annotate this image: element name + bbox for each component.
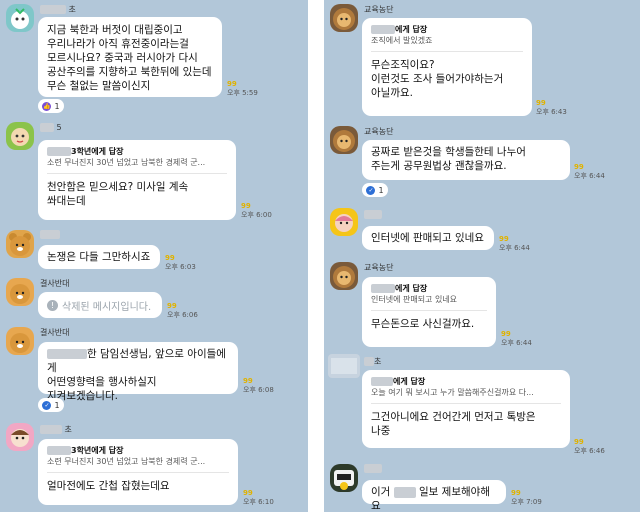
avatar[interactable]	[330, 4, 358, 32]
message-meta: 99 오후 6:44	[501, 330, 532, 347]
divider	[47, 472, 229, 473]
reply-preview: 오늘 여기 뭐 보시고 누가 말씀해주신걸까요 다...	[371, 388, 534, 397]
message-text: 삭제된 메시지입니다.	[62, 302, 152, 313]
message-meta: 99 오후 6:44	[499, 235, 530, 252]
message-text: 얼마전에도 간첩 잡혔는데요	[47, 480, 170, 492]
reply-bubble[interactable]: 에게 답장 조직에서 발있겠죠 무슨조직이요? 이런것도 조사 들어가야하는거 …	[362, 18, 532, 116]
message-text: 그건아니에요 건어간게 먼저고 톡방은 나중	[371, 411, 536, 437]
message-text: 논쟁은 다들 그만하시죠	[47, 251, 151, 263]
sender-name: 교육농단	[364, 127, 394, 136]
avatar-character-icon	[334, 470, 354, 490]
sender-name: 5	[40, 123, 62, 132]
message-text: 지금 북한과 버젓이 대립중이고 우리나라가 아직 휴전중이라는걸 모르시나요?…	[47, 24, 212, 92]
sender-name: 결사반대	[40, 328, 70, 337]
avatar[interactable]	[6, 278, 34, 306]
avatar[interactable]	[330, 464, 358, 492]
check-icon: ✓	[42, 400, 52, 410]
blurred-avatar-icon	[331, 358, 357, 374]
message-bubble[interactable]: 한 담임선생님, 앞으로 아이들에게 어떤영향력을 행사하실지 지켜보겠습니다.	[38, 342, 238, 402]
info-icon: !	[47, 300, 58, 311]
avatar-character-icon	[11, 8, 29, 29]
sender-name: 초	[364, 356, 381, 367]
reply-preview: 인터넷에 판매되고 있네요	[371, 295, 458, 304]
reply-header: 에게 답장	[371, 376, 561, 387]
sender-name: 초	[40, 424, 72, 435]
divider	[371, 310, 487, 311]
avatar[interactable]	[330, 262, 358, 290]
ryan-bear-icon	[9, 233, 31, 256]
message-bubble[interactable]: 공짜로 받은것을 학생들한테 나누어 주는게 공무원법상 괜찮을까요.	[362, 140, 570, 180]
avatar[interactable]	[6, 327, 34, 355]
reply-bubble[interactable]: 에게 답장 오늘 여기 뭐 보시고 누가 말씀해주신걸까요 다... 그건아니에…	[362, 370, 570, 448]
message-meta: 99 오후 6:03	[165, 254, 196, 271]
message-bubble[interactable]: 논쟁은 다들 그만하시죠	[38, 245, 160, 269]
avatar-character-icon	[335, 214, 353, 232]
message-text: 공짜로 받은것을 학생들한테 나누어 주는게 공무원법상 괜찮을까요.	[371, 146, 526, 172]
message-meta: 99 오후 6:06	[167, 302, 198, 319]
message-text: 무슨돈으로 사신걸까요.	[371, 318, 475, 330]
message-meta: 99 오후 7:09	[511, 489, 542, 506]
reply-preview: 소련 무너진지 30년 넘었고 남북한 경제력 군...	[47, 158, 206, 167]
avatar[interactable]	[6, 230, 34, 258]
chat-panel-right: 교육농단 에게 답장 조직에서 발있겠죠 무슨조직이요? 이런것도 조사 들어가…	[324, 0, 640, 512]
message-meta: 99 오후 6:08	[243, 377, 274, 394]
sender-name	[364, 464, 382, 473]
reply-header: 3학년에게 답장	[47, 445, 229, 456]
sender-name	[40, 230, 60, 239]
avatar-character-icon	[11, 429, 29, 447]
ryan-bear-icon	[10, 333, 30, 353]
lion-character-icon	[333, 266, 355, 288]
message-bubble[interactable]: 인터넷에 판매되고 있네요	[362, 226, 494, 250]
chat-panel-left: 초 지금 북한과 버젓이 대립중이고 우리나라가 아직 휴전중이라는걸 모르시나…	[0, 0, 308, 512]
sender-name: 교육농단	[364, 263, 394, 272]
divider	[47, 173, 227, 174]
sender-name: 초	[40, 4, 76, 15]
divider	[371, 51, 523, 52]
reply-preview: 소련 무너진지 30년 넘었고 남북한 경제력 군...	[47, 457, 206, 466]
check-reaction[interactable]: ✓ 1	[362, 183, 388, 197]
reply-header: 에게 답장	[371, 283, 487, 294]
avatar[interactable]	[330, 126, 358, 154]
message-meta: 99 오후 5:59	[227, 80, 258, 97]
lion-character-icon	[333, 130, 355, 152]
message-bubble[interactable]: 이거 일보 제보해야해요	[362, 480, 506, 512]
thumbs-up-icon: 👍	[42, 101, 52, 111]
divider	[371, 403, 561, 404]
message-text: 인터넷에 판매되고 있네요	[371, 232, 484, 244]
avatar[interactable]	[6, 122, 34, 150]
avatar[interactable]	[328, 354, 360, 378]
ryan-bear-icon	[10, 284, 30, 304]
avatar[interactable]	[330, 208, 358, 236]
deleted-message-bubble[interactable]: ! 삭제된 메시지입니다.	[38, 292, 162, 318]
message-meta: 99 오후 6:00	[241, 202, 272, 219]
reply-bubble[interactable]: 3학년에게 답장 소련 무너진지 30년 넘었고 남북한 경제력 군... 천안…	[38, 140, 236, 220]
check-icon: ✓	[366, 185, 376, 195]
message-text: 어떤영향력을 행사하실지 지켜보겠습니다.	[47, 376, 157, 402]
sender-name	[364, 210, 382, 219]
avatar[interactable]	[6, 4, 34, 32]
message-meta: 99 오후 6:10	[243, 489, 274, 506]
message-text: 한 담임선생님, 앞으로 아이들에게	[47, 348, 226, 374]
reply-bubble[interactable]: 3학년에게 답장 소련 무너진지 30년 넘었고 남북한 경제력 군... 얼마…	[38, 439, 238, 505]
avatar[interactable]	[6, 423, 34, 451]
message-meta: 99 오후 6:43	[536, 99, 567, 116]
check-reaction[interactable]: ✓ 1	[38, 398, 64, 412]
reply-header: 에게 답장	[371, 24, 523, 35]
message-meta: 99 오후 6:46	[574, 438, 605, 455]
message-meta: 99 오후 6:44	[574, 163, 605, 180]
thumbs-up-reaction[interactable]: 👍 1	[38, 99, 64, 113]
avatar-character-icon	[11, 128, 29, 146]
message-text: 무슨조직이요? 이런것도 조사 들어가야하는거 아닐까요.	[371, 59, 504, 99]
reply-preview: 조직에서 발있겠죠	[371, 36, 433, 45]
message-text: 천안함은 믿으세요? 미사일 계속 쏴대는데	[47, 181, 189, 207]
message-bubble[interactable]: 지금 북한과 버젓이 대립중이고 우리나라가 아직 휴전중이라는걸 모르시나요?…	[38, 17, 222, 97]
sender-name: 결사반대	[40, 279, 70, 288]
message-text: 이거 일보 제보해야해요	[371, 486, 490, 512]
reply-bubble[interactable]: 에게 답장 인터넷에 판매되고 있네요 무슨돈으로 사신걸까요.	[362, 277, 496, 347]
reply-header: 3학년에게 답장	[47, 146, 227, 157]
lion-character-icon	[333, 8, 355, 30]
sender-name: 교육농단	[364, 5, 394, 14]
